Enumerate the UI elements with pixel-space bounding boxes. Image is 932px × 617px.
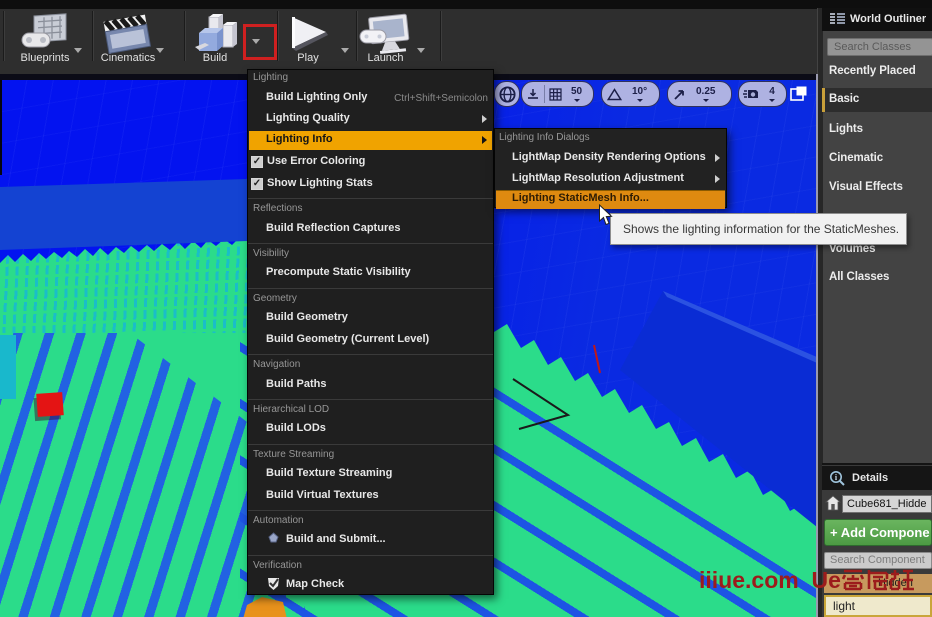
svg-text:i: i bbox=[835, 473, 838, 482]
